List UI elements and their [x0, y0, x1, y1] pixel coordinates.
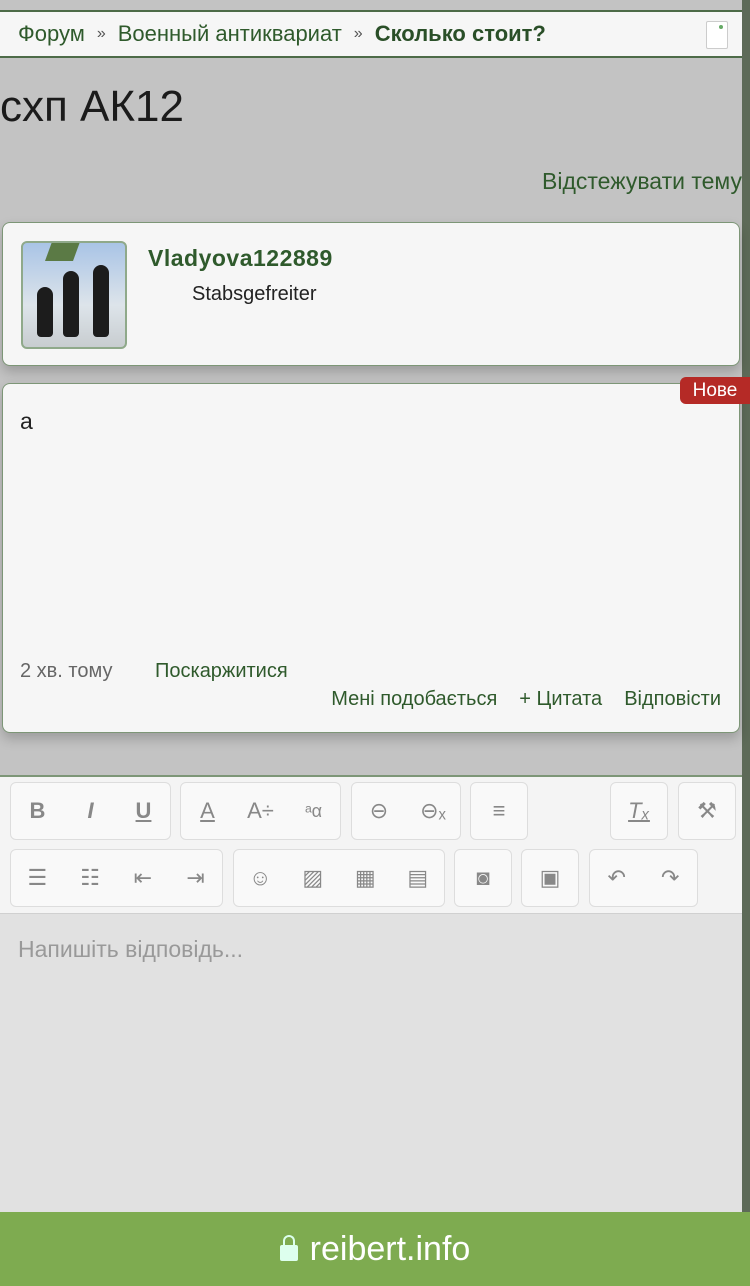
smiley-icon[interactable]: ☺	[240, 865, 280, 891]
user-rank: Stabsgefreiter	[192, 283, 317, 305]
breadcrumb-separator: »	[353, 25, 363, 42]
remove-format-icon[interactable]: Tₓ	[619, 798, 659, 824]
breadcrumb-category[interactable]: Военный антиквариат	[118, 21, 342, 47]
post-body: а	[20, 408, 33, 434]
save-draft-icon[interactable]: ▣	[530, 865, 570, 891]
template-icon[interactable]: ▤	[398, 865, 438, 891]
numbered-list-icon[interactable]: ☷	[70, 865, 110, 891]
follow-thread-link[interactable]: Відстежувати тему	[542, 168, 742, 195]
breadcrumb-current[interactable]: Сколько стоит?	[375, 21, 546, 47]
lock-icon	[279, 1235, 298, 1261]
avatar[interactable]	[21, 241, 127, 349]
new-badge: Нове	[680, 377, 750, 404]
bullet-list-icon[interactable]: ☰	[17, 865, 57, 891]
page-edge	[742, 0, 750, 1286]
breadcrumb-forum[interactable]: Форум	[18, 21, 85, 47]
quote-link[interactable]: + Цитата	[519, 688, 602, 711]
indent-icon[interactable]: ⇥	[176, 865, 216, 891]
reply-placeholder: Напишіть відповідь...	[18, 936, 244, 962]
media-icon[interactable]: ▦	[345, 865, 385, 891]
user-card: Vladyova122889 Stabsgefreiter	[2, 222, 740, 366]
align-icon[interactable]: ≡	[479, 798, 519, 824]
tools-icon[interactable]: ⚒	[687, 798, 727, 824]
unlink-icon[interactable]: ⊖ₓ	[413, 798, 453, 824]
link-icon[interactable]: ⊖	[359, 798, 399, 824]
bold-icon[interactable]: B	[18, 798, 58, 824]
reply-editor: BIU A A÷ ᵃα ⊖ ⊖ₓ ≡ Tₓ ⚒ ☰ ☷ ⇤ ⇥ ☺ ▨ ▦ ▤ ◙ ▣ ↶ ↷ На…	[0, 775, 742, 1214]
font-color-icon[interactable]: A	[188, 798, 228, 824]
camera-icon[interactable]: ◙	[463, 865, 503, 891]
outdent-icon[interactable]: ⇤	[123, 865, 163, 891]
post-time[interactable]: 2 хв. тому	[20, 660, 112, 683]
browser-address-bar[interactable]: reibert.info	[0, 1212, 750, 1286]
font-family-icon[interactable]: ᵃα	[294, 801, 334, 822]
redo-icon[interactable]: ↷	[650, 865, 690, 891]
like-link[interactable]: Мені подобається	[331, 688, 497, 711]
reply-textarea[interactable]: Напишіть відповідь...	[0, 913, 742, 1214]
reply-link[interactable]: Відповісти	[624, 688, 721, 711]
font-size-icon[interactable]: A÷	[241, 798, 281, 824]
breadcrumb: Форум » Военный антиквариат » Сколько ст…	[0, 10, 742, 58]
username[interactable]: Vladyova122889	[148, 245, 333, 272]
italic-icon[interactable]: I	[71, 798, 111, 824]
post-card: а 2 хв. тому Поскаржитися Мені подобаєть…	[2, 383, 740, 733]
undo-icon[interactable]: ↶	[597, 865, 637, 891]
thread-title: схп АК12	[0, 82, 184, 131]
domain-label: reibert.info	[309, 1229, 471, 1268]
document-icon[interactable]	[706, 21, 728, 49]
underline-icon[interactable]: U	[124, 798, 164, 824]
image-icon[interactable]: ▨	[293, 865, 333, 891]
breadcrumb-separator: »	[96, 25, 106, 42]
report-link[interactable]: Поскаржитися	[155, 660, 288, 683]
